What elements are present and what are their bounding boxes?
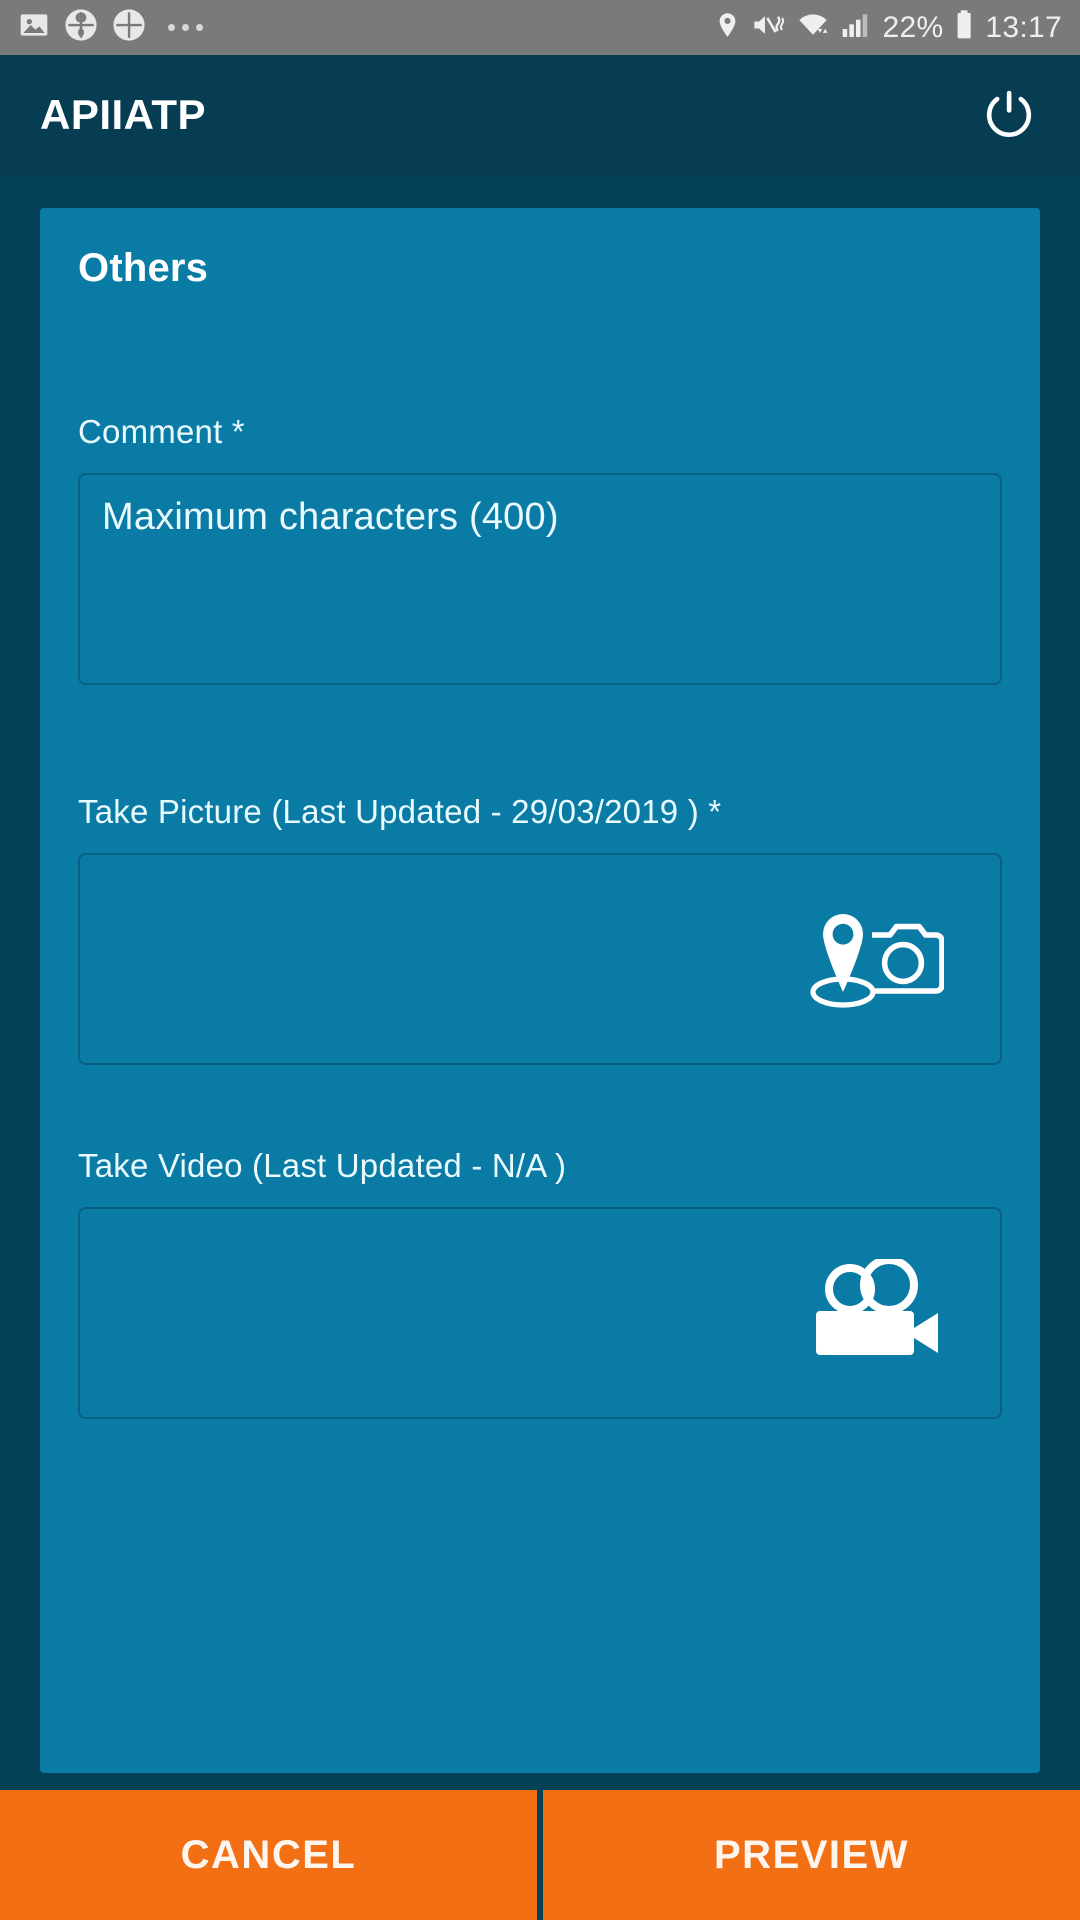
geo-camera-icon: [804, 901, 945, 1018]
flower-badge-icon: [64, 8, 98, 47]
volume-mute-vibrate-icon: [752, 9, 785, 46]
others-form-card: Others Comment * Maximum characters (400…: [40, 208, 1040, 1773]
take-video-field-label: Take Video (Last Updated - N/A ): [78, 1147, 567, 1184]
cancel-button[interactable]: CANCEL: [0, 1790, 537, 1920]
power-icon[interactable]: [978, 84, 1040, 146]
comment-input[interactable]: Maximum characters (400): [78, 473, 1002, 685]
card-section-title: Others: [78, 246, 209, 290]
photo-icon: [18, 9, 50, 46]
take-video-button[interactable]: [78, 1207, 1002, 1419]
preview-button[interactable]: PREVIEW: [543, 1790, 1080, 1920]
app-bar: APIIATP: [0, 55, 1080, 175]
status-bar-right-icons: 22% 13:17: [714, 9, 1062, 46]
page-title: APIIATP: [40, 91, 207, 138]
more-dots-icon: [168, 24, 203, 31]
flower-badge-icon: [112, 8, 146, 47]
take-picture-button[interactable]: [78, 853, 1002, 1065]
battery-icon: [954, 9, 974, 46]
take-picture-field-label: Take Picture (Last Updated - 29/03/2019 …: [78, 793, 722, 830]
clock-label: 13:17: [985, 10, 1062, 44]
location-pin-icon: [714, 9, 741, 46]
comment-field-label: Comment *: [78, 413, 245, 450]
status-bar-left-icons: [18, 8, 714, 47]
video-camera-icon: [808, 1255, 944, 1368]
app-root: 22% 13:17 APIIATP Others Comment * Maxim…: [0, 0, 1080, 1920]
comment-placeholder: Maximum characters (400): [102, 496, 559, 538]
status-bar: 22% 13:17: [0, 0, 1080, 55]
signal-bars-icon: [841, 9, 871, 46]
battery-percent-label: 22%: [882, 10, 944, 44]
action-bar: CANCEL PREVIEW: [0, 1790, 1080, 1920]
wifi-icon: [796, 9, 830, 46]
